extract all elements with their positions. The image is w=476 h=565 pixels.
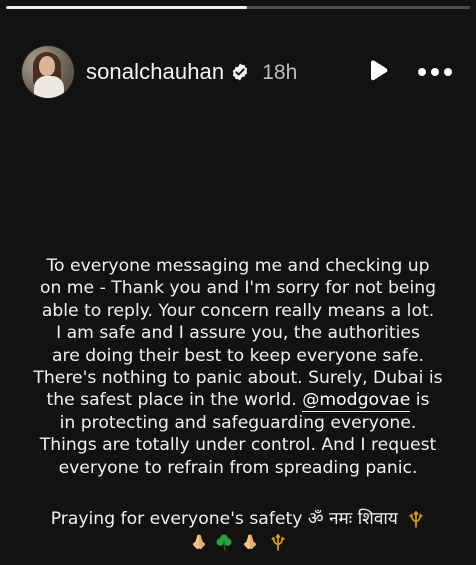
avatar-body-shape — [34, 76, 64, 98]
caption-line: Things are totally under control. And I … — [39, 435, 437, 456]
story-header: sonalchauhan 18h — [22, 46, 454, 98]
more-options-icon — [418, 68, 452, 76]
caption-line-with-mention: the safest place in the world. @modgovae… — [28, 389, 448, 413]
mention-link[interactable]: @modgovae — [302, 390, 411, 413]
prayer-line: Praying for everyone's safety ॐ नमः शिवा… — [32, 508, 444, 530]
story-progress-track — [6, 6, 470, 9]
play-button[interactable] — [364, 58, 392, 86]
caption-line: able to reply. Your concern really means… — [41, 300, 435, 321]
play-icon — [371, 60, 388, 81]
caption-line: are doing their best to keep everyone sa… — [51, 345, 425, 366]
trident-icon — [409, 511, 423, 528]
caption-line: There's nothing to panic about. Surely, … — [33, 368, 443, 389]
caption-line: in protecting and safeguarding everyone. — [59, 412, 417, 433]
prayer-message: Praying for everyone's safety ॐ नमः शिवा… — [32, 508, 444, 553]
story-caption: To everyone messaging me and checking up… — [28, 255, 448, 479]
trident-icon — [271, 534, 285, 551]
caption-segment: is — [415, 390, 430, 411]
prayer-text: Praying for everyone's safety ॐ नमः शिवा… — [50, 509, 398, 529]
verified-badge-icon — [232, 63, 248, 81]
more-options-button[interactable] — [416, 60, 454, 84]
avatar-face-shape — [39, 56, 55, 76]
emoji-row — [32, 531, 444, 553]
caption-segment: the safest place in the world. — [46, 390, 297, 411]
folded-hands-icon — [192, 534, 205, 550]
story-viewer: sonalchauhan 18h To everyone messaging m… — [0, 0, 476, 565]
avatar[interactable] — [22, 46, 74, 98]
folded-hands-icon — [243, 534, 256, 550]
caption-line: everyone to refrain from spreading panic… — [58, 457, 418, 478]
story-progress-fill — [6, 6, 248, 9]
caption-line: on me - Thank you and I'm sorry for not … — [39, 278, 437, 299]
post-timestamp: 18h — [262, 60, 298, 84]
shamrock-icon — [216, 534, 232, 551]
caption-line: To everyone messaging me and checking up — [46, 256, 430, 276]
username-link[interactable]: sonalchauhan — [86, 61, 224, 83]
caption-line: I am safe and I assure you, the authorit… — [56, 323, 420, 344]
